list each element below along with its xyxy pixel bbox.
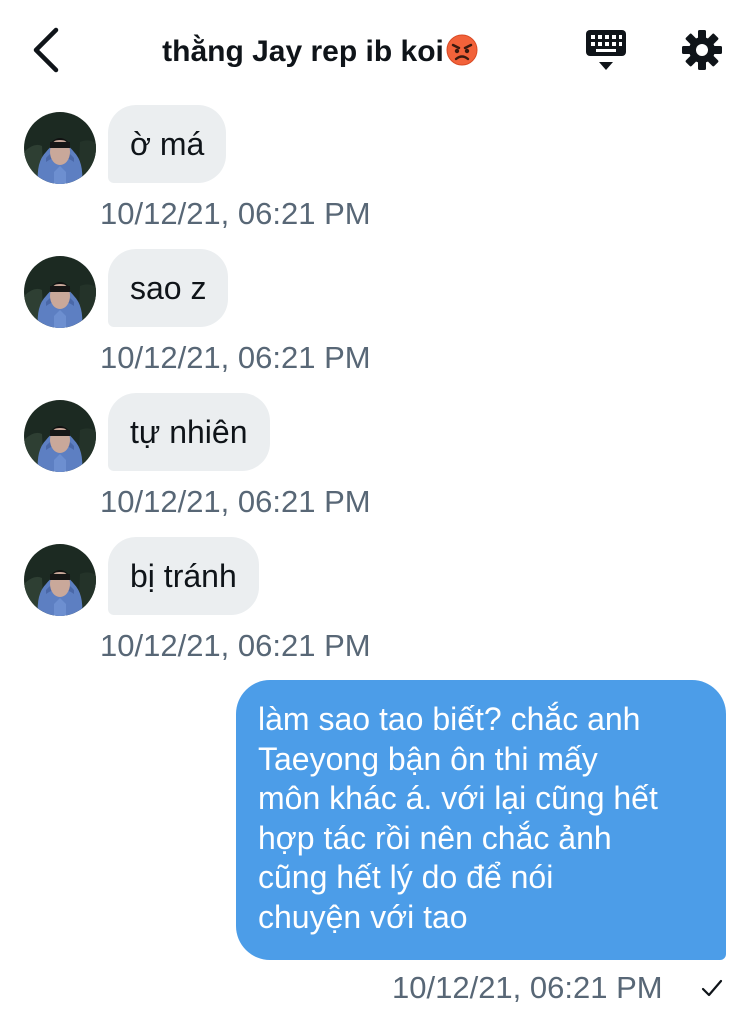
message-timestamp: 10/12/21, 06:21 PM xyxy=(100,628,371,663)
message-line: cũng hết lý do để nói xyxy=(258,859,554,895)
sender-avatar[interactable] xyxy=(24,256,96,328)
incoming-message-bubble[interactable]: bị tránh xyxy=(108,537,259,615)
message-timestamp: 10/12/21, 06:21 PM xyxy=(100,340,371,375)
message-line: môn khác á. với lại cũng hết xyxy=(258,780,658,816)
incoming-message-bubble[interactable]: sao z xyxy=(108,249,229,327)
sender-avatar[interactable] xyxy=(24,112,96,184)
checkmark-icon xyxy=(698,974,726,1002)
settings-button[interactable] xyxy=(678,26,726,74)
sender-avatar[interactable] xyxy=(24,544,96,616)
keyboard-button[interactable] xyxy=(582,26,630,74)
message-line: chuyện với tao xyxy=(258,898,468,935)
message-timestamp: 10/12/21, 06:21 PM xyxy=(100,196,371,231)
angry-face-emoji-icon xyxy=(446,34,478,66)
message-timestamp: 10/12/21, 06:21 PM xyxy=(392,970,663,1005)
chat-header: thằng Jay rep ib koi xyxy=(0,0,750,96)
message-line: Taeyong bận ôn thi mấy xyxy=(258,740,598,777)
sender-avatar[interactable] xyxy=(24,400,96,472)
incoming-message-bubble[interactable]: tự nhiên xyxy=(108,393,270,471)
keyboard-icon xyxy=(586,30,626,70)
message-line: làm sao tao biết? chắc anh xyxy=(258,701,641,737)
back-button[interactable] xyxy=(22,24,70,76)
message-timestamp: 10/12/21, 06:21 PM xyxy=(100,484,371,519)
gear-icon xyxy=(682,30,722,70)
conversation-title-text: thằng Jay rep ib koi xyxy=(162,35,444,68)
outgoing-message-bubble[interactable]: làm sao tao biết? chắc anh Taeyong bận ô… xyxy=(236,680,726,960)
message-line: hợp tác rồi nên chắc ảnh xyxy=(258,819,612,856)
conversation-title: thằng Jay rep ib koi xyxy=(100,34,540,69)
incoming-message-bubble[interactable]: ờ má xyxy=(108,105,227,183)
chevron-left-icon xyxy=(33,27,59,73)
